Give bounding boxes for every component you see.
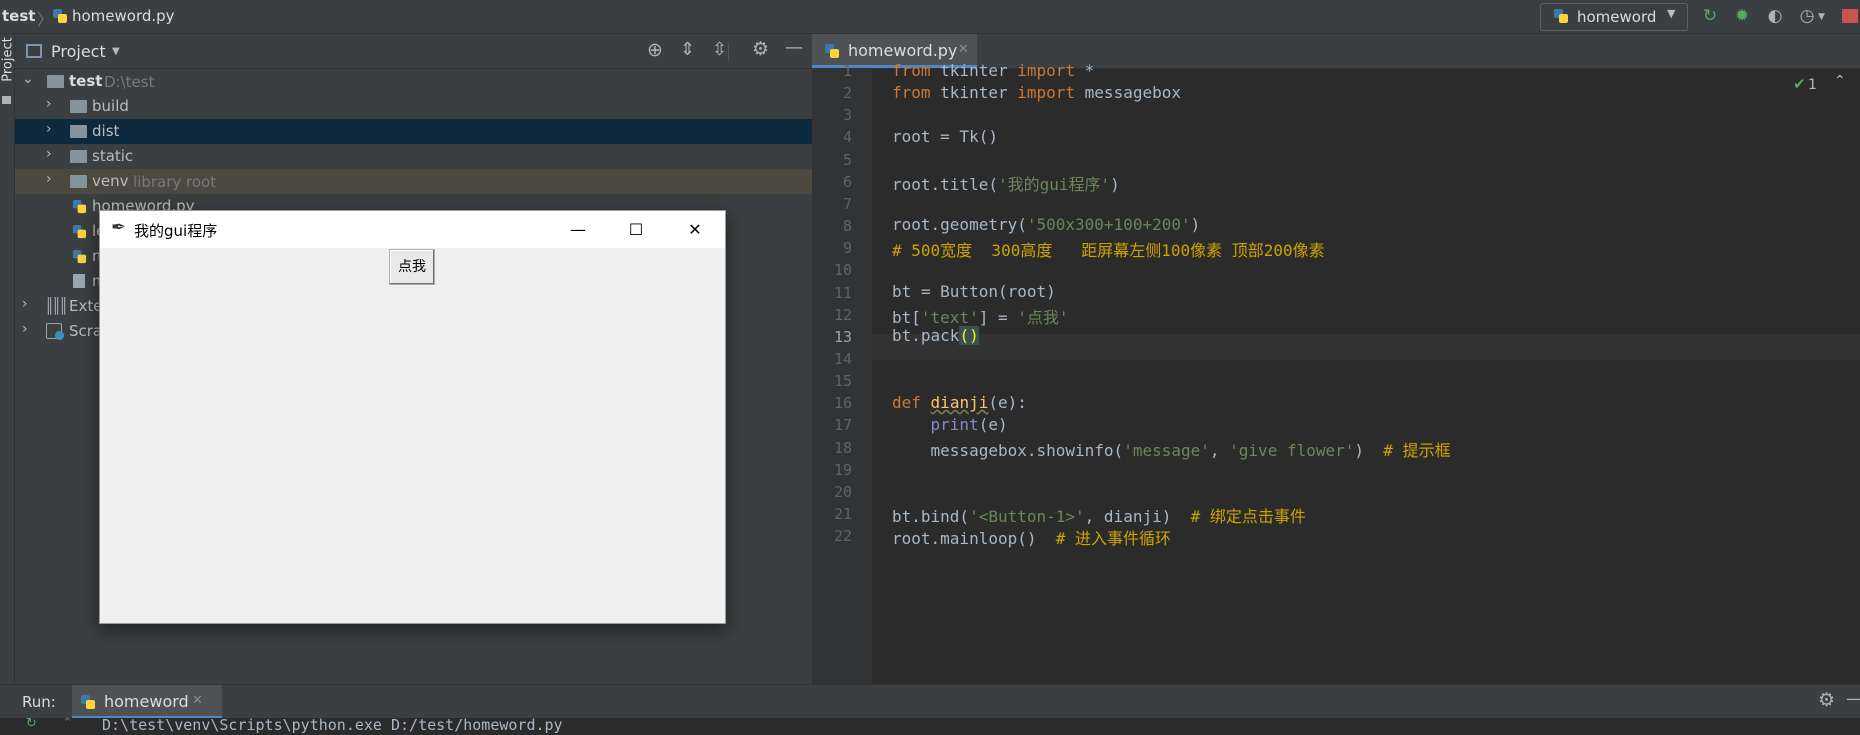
click-me-button[interactable]: 点我 [389,249,435,285]
coverage-icon[interactable]: ◐ [1764,5,1786,27]
folder-icon [47,75,64,88]
tree-item-label: dist [92,122,120,140]
current-line-highlight [872,334,1860,360]
chevron-down-icon[interactable]: ▼ [1818,12,1825,22]
tree-item-path: D:\test [104,73,155,91]
code-line-4: root = Tk() [892,127,998,146]
python-file-icon [72,199,87,218]
code-line-22: root.mainloop() # 进入事件循环 [892,529,1172,548]
tk-window-title: 我的gui程序 [134,222,218,240]
navigation-bar: test 〉 homeword.py homeword ▼ ↻ ✹ ◐ ◷ ▼ [0,0,1860,34]
folder-icon [70,125,87,138]
code-line-6: root.title('我的gui程序') [892,175,1120,194]
folder-icon [2,96,11,104]
breadcrumb-file[interactable]: homeword.py [72,7,175,25]
close-icon[interactable]: ✕ [192,693,203,708]
run-tab-homeword[interactable]: homeword ✕ [72,685,222,719]
stop-icon[interactable] [1842,9,1858,23]
tree-item-static[interactable]: › static [15,144,812,169]
tree-item-label: build [92,97,129,115]
minimize-panel-icon[interactable]: — [785,37,803,58]
minimize-window-button[interactable]: — [549,211,607,248]
python-file-icon [1553,8,1569,28]
tree-item-label: Scra [69,322,103,340]
python-file-icon [80,694,96,714]
chevron-right-icon[interactable]: › [46,121,52,137]
python-file-icon [52,8,68,28]
close-icon[interactable]: ✕ [958,42,969,57]
line-number: 22 [833,527,852,546]
run-label: Run: [22,693,56,711]
gear-icon[interactable]: ⚙ [752,38,769,60]
chevron-down-icon[interactable]: ▼ [112,46,120,57]
chevron-right-icon[interactable]: › [46,171,52,187]
tree-item-label: Exte [69,297,103,315]
chevron-down-icon: ▼ [1667,7,1676,20]
code-line-18: messagebox.showinfo('message', 'give flo… [892,441,1451,460]
inspection-count[interactable]: 1 [1808,77,1817,93]
code-line-9: # 500宽度 300高度 距屏幕左侧100像素 顶部200像素 [892,241,1325,260]
tree-item-venv[interactable]: › venv library root [15,169,812,194]
project-panel-header: Project ▼ ⊕ ⇕ ⇳ ⚙ — [15,34,812,69]
gear-icon[interactable]: ⚙ [1818,689,1835,711]
collapse-all-icon[interactable]: ⇳ [712,39,727,60]
line-number-gutter: 12345678910111213141516171819202122 ⊖ ⊖ … [812,62,882,684]
checkmark-icon[interactable]: ✔ [1793,75,1806,93]
divider [728,43,729,60]
close-window-button[interactable]: ✕ [666,211,724,248]
expand-all-icon[interactable]: ⇕ [680,39,695,60]
chevron-right-icon[interactable]: › [46,96,52,112]
minimize-panel-icon[interactable]: — [1846,689,1860,709]
locate-icon[interactable]: ⊕ [647,39,663,61]
console-output[interactable]: ↻ ⌃ D:\test\venv\Scripts\python.exe D:/t… [0,716,1860,735]
profile-icon[interactable]: ◷ [1796,5,1818,27]
feather-icon: ✒ [111,217,127,238]
tree-item-label: static [92,147,134,165]
rerun-icon[interactable]: ↻ [26,716,37,731]
python-file-icon [824,43,840,63]
tab-label: homeword.py [848,41,958,60]
tree-item-annotation: library root [133,173,217,191]
project-view-icon [26,44,42,58]
folder-icon [70,150,87,163]
rerun-icon[interactable]: ↻ [1699,5,1721,27]
tree-item-label: test [69,72,103,90]
maximize-window-button[interactable]: ☐ [607,211,665,248]
tk-title-bar[interactable]: ✒ 我的gui程序 — ☐ ✕ [100,211,725,248]
tool-window-strip: Project [0,34,16,684]
run-configuration-select[interactable]: homeword ▼ [1540,3,1688,31]
chevron-up-icon[interactable]: ⌃ [62,716,73,731]
tk-app-window: ✒ 我的gui程序 — ☐ ✕ 点我 [99,210,726,624]
python-file-icon [72,249,87,268]
code-editor[interactable]: from tkinter import * from tkinter impor… [872,61,1860,684]
tree-item-build[interactable]: › build [15,94,812,119]
code-line-2: from tkinter import messagebox [892,83,1181,102]
run-configuration-label: homeword [1577,8,1657,26]
folder-icon [70,100,87,113]
clock-icon [55,331,64,340]
tree-item-test[interactable]: ⌄ test D:\test [15,69,812,94]
python-file-icon [72,224,87,243]
run-tab-label: homeword [104,692,189,711]
breadcrumb-project[interactable]: test [2,7,35,25]
console-line: D:\test\venv\Scripts\python.exe D:/test/… [102,716,563,734]
debug-icon[interactable]: ✹ [1731,5,1753,27]
project-panel-title[interactable]: Project [51,42,106,61]
breadcrumb-separator-icon: 〉 [37,10,54,29]
library-icon: ║║║ [45,297,68,315]
folder-icon [70,175,87,188]
tree-item-label: venv [92,172,129,190]
run-tool-window-header: Run: homeword ✕ ⚙ — [0,684,1860,719]
text-file-icon [73,274,85,288]
chevron-right-icon[interactable]: › [22,296,28,312]
tree-item-dist[interactable]: › dist [15,119,812,144]
chevron-up-icon[interactable]: ⌃ [1834,73,1846,89]
chevron-right-icon[interactable]: › [22,321,28,337]
code-line-13: bt.pack() [892,326,979,345]
chevron-down-icon[interactable]: ⌄ [22,71,34,87]
chevron-right-icon[interactable]: › [46,146,52,162]
project-tool-window-button[interactable]: Project [1,37,16,81]
